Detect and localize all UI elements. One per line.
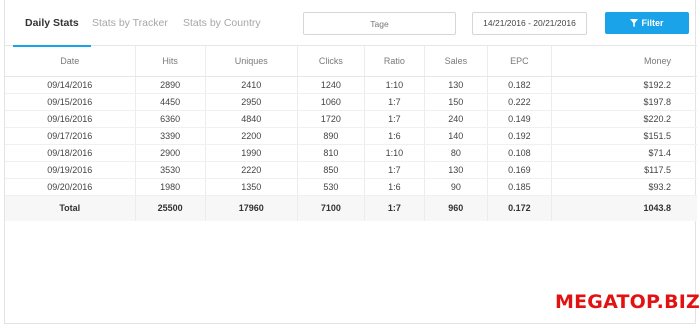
cell-uniques: 1350 [205, 178, 298, 196]
cell-clicks: 890 [297, 127, 366, 145]
total-money: 1043.8 [551, 195, 697, 221]
table-row: 09/19/2016 3530 2220 850 1:7 130 0.169 $… [5, 161, 697, 179]
cell-ratio: 1:7 [364, 93, 425, 111]
column-header-epc[interactable]: EPC [487, 46, 552, 77]
cell-date: 09/16/2016 [5, 110, 136, 128]
tag-input[interactable] [303, 12, 456, 35]
cell-date: 09/18/2016 [5, 144, 136, 162]
cell-date: 09/15/2016 [5, 93, 136, 111]
cell-uniques: 1990 [205, 144, 298, 162]
cell-epc: 0.192 [487, 127, 552, 145]
table-row: 09/17/2016 3390 2200 890 1:6 140 0.192 $… [5, 127, 697, 145]
toolbar: Daily Stats Stats by Tracker Stats by Co… [5, 0, 697, 47]
column-header-uniques[interactable]: Uniques [205, 46, 298, 77]
tab-stats-by-country[interactable]: Stats by Country [183, 0, 261, 46]
cell-money: $151.5 [551, 127, 697, 145]
table-row: 09/14/2016 2890 2410 1240 1:10 130 0.182… [5, 76, 697, 94]
column-header-money[interactable]: Money [551, 46, 697, 77]
total-ratio: 1:7 [364, 195, 425, 221]
cell-uniques: 2220 [205, 161, 298, 179]
cell-money: $93.2 [551, 178, 697, 196]
cell-uniques: 4840 [205, 110, 298, 128]
column-header-clicks[interactable]: Clicks [297, 46, 366, 77]
cell-sales: 140 [424, 127, 489, 145]
cell-clicks: 1720 [297, 110, 366, 128]
cell-sales: 90 [424, 178, 489, 196]
cell-date: 09/19/2016 [5, 161, 136, 179]
cell-uniques: 2950 [205, 93, 298, 111]
cell-epc: 0.108 [487, 144, 552, 162]
watermark-logo: MEGATOP.BIZ [555, 291, 700, 313]
cell-ratio: 1:6 [364, 178, 425, 196]
cell-ratio: 1:10 [364, 76, 425, 94]
cell-epc: 0.185 [487, 178, 552, 196]
cell-date: 09/20/2016 [5, 178, 136, 196]
table-row: 09/18/2016 2900 1990 810 1:10 80 0.108 $… [5, 144, 697, 162]
cell-hits: 4450 [135, 93, 206, 111]
total-sales: 960 [424, 195, 489, 221]
cell-sales: 130 [424, 161, 489, 179]
total-clicks: 7100 [297, 195, 366, 221]
cell-ratio: 1:6 [364, 127, 425, 145]
cell-uniques: 2200 [205, 127, 298, 145]
cell-clicks: 530 [297, 178, 366, 196]
stats-table: Date Hits Uniques Clicks Ratio Sales EPC… [5, 46, 697, 221]
cell-uniques: 2410 [205, 76, 298, 94]
table-header-row: Date Hits Uniques Clicks Ratio Sales EPC… [5, 46, 697, 77]
date-range-picker[interactable]: 14/21/2016 - 20/21/2016 [472, 12, 587, 35]
cell-sales: 240 [424, 110, 489, 128]
cell-ratio: 1:10 [364, 144, 425, 162]
column-header-sales[interactable]: Sales [424, 46, 489, 77]
cell-clicks: 1060 [297, 93, 366, 111]
cell-epc: 0.182 [487, 76, 552, 94]
cell-hits: 3390 [135, 127, 206, 145]
cell-hits: 1980 [135, 178, 206, 196]
table-row: 09/15/2016 4450 2950 1060 1:7 150 0.222 … [5, 93, 697, 111]
cell-epc: 0.169 [487, 161, 552, 179]
filter-button[interactable]: Filter [605, 12, 689, 34]
cell-hits: 3530 [135, 161, 206, 179]
total-row: Total 25500 17960 7100 1:7 960 0.172 104… [5, 195, 697, 221]
cell-date: 09/14/2016 [5, 76, 136, 94]
total-uniques: 17960 [205, 195, 298, 221]
column-header-hits[interactable]: Hits [135, 46, 206, 77]
cell-date: 09/17/2016 [5, 127, 136, 145]
total-epc: 0.172 [487, 195, 552, 221]
cell-sales: 80 [424, 144, 489, 162]
cell-epc: 0.222 [487, 93, 552, 111]
column-header-ratio[interactable]: Ratio [364, 46, 425, 77]
total-label: Total [5, 195, 136, 221]
cell-money: $192.2 [551, 76, 697, 94]
cell-hits: 2900 [135, 144, 206, 162]
stats-panel: Daily Stats Stats by Tracker Stats by Co… [4, 0, 697, 324]
cell-money: $197.8 [551, 93, 697, 111]
cell-ratio: 1:7 [364, 110, 425, 128]
table-row: 09/20/2016 1980 1350 530 1:6 90 0.185 $9… [5, 178, 697, 196]
cell-hits: 2890 [135, 76, 206, 94]
funnel-icon [630, 19, 639, 27]
cell-hits: 6360 [135, 110, 206, 128]
cell-clicks: 1240 [297, 76, 366, 94]
cell-clicks: 810 [297, 144, 366, 162]
cell-money: $117.5 [551, 161, 697, 179]
tab-daily-stats[interactable]: Daily Stats [13, 0, 91, 47]
filter-button-label: Filter [641, 18, 664, 28]
cell-clicks: 850 [297, 161, 366, 179]
cell-ratio: 1:7 [364, 161, 425, 179]
table-row: 09/16/2016 6360 4840 1720 1:7 240 0.149 … [5, 110, 697, 128]
tab-stats-by-tracker[interactable]: Stats by Tracker [92, 0, 168, 46]
total-hits: 25500 [135, 195, 206, 221]
column-header-date[interactable]: Date [5, 46, 136, 77]
cell-sales: 130 [424, 76, 489, 94]
cell-sales: 150 [424, 93, 489, 111]
cell-money: $220.2 [551, 110, 697, 128]
cell-money: $71.4 [551, 144, 697, 162]
cell-epc: 0.149 [487, 110, 552, 128]
